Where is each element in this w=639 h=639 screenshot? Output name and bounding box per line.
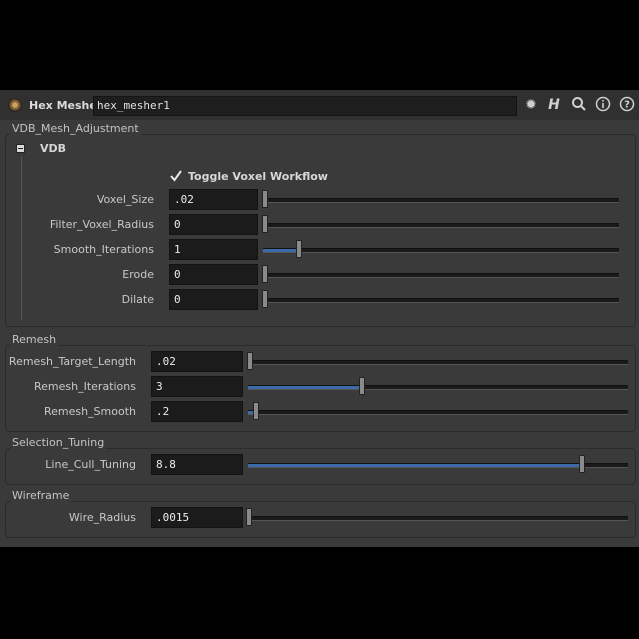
param-value-field[interactable]: 0 bbox=[169, 214, 258, 235]
node-name-field[interactable]: hex_mesher1 bbox=[93, 96, 517, 116]
param-slider-handle[interactable] bbox=[579, 455, 585, 473]
collapse-icon[interactable] bbox=[16, 144, 25, 153]
node-icon bbox=[8, 98, 22, 112]
param-slider-handle[interactable] bbox=[262, 290, 268, 308]
param-label: Dilate bbox=[121, 293, 154, 306]
param-slider-handle[interactable] bbox=[253, 402, 259, 420]
param-label: Remesh_Smooth bbox=[43, 405, 136, 418]
param-value-field[interactable]: 8.8 bbox=[151, 454, 243, 475]
svg-text:?: ? bbox=[624, 100, 630, 111]
param-label: Filter_Voxel_Radius bbox=[49, 218, 154, 231]
param-slider-handle[interactable] bbox=[262, 265, 268, 283]
param-slider-fill bbox=[263, 249, 298, 252]
param-label: Line_Cull_Tuning bbox=[45, 458, 136, 471]
param-slider-track[interactable] bbox=[248, 463, 628, 468]
param-value-field[interactable]: 1 bbox=[169, 239, 258, 260]
param-slider-track[interactable] bbox=[263, 223, 619, 228]
param-slider-handle[interactable] bbox=[262, 190, 268, 208]
param-slider-handle[interactable] bbox=[262, 215, 268, 233]
checkmark-icon[interactable] bbox=[170, 170, 182, 182]
node-type-label: Hex Mesher bbox=[29, 99, 103, 112]
param-label: Erode bbox=[122, 268, 154, 281]
param-slider-handle[interactable] bbox=[246, 508, 252, 526]
search-icon[interactable] bbox=[570, 96, 588, 114]
param-slider-fill bbox=[248, 464, 582, 467]
param-label: Smooth_Iterations bbox=[53, 243, 154, 256]
param-value-field[interactable]: 3 bbox=[151, 376, 243, 397]
param-value-field[interactable]: .02 bbox=[151, 351, 243, 372]
param-label: Wire_Radius bbox=[68, 511, 136, 524]
param-slider-track[interactable] bbox=[248, 410, 628, 415]
gear-icon[interactable]: ✹ bbox=[522, 96, 540, 114]
info-icon[interactable] bbox=[594, 96, 612, 114]
group-label-remesh: Remesh bbox=[10, 333, 59, 346]
param-slider-track[interactable] bbox=[263, 273, 619, 278]
param-slider-track[interactable] bbox=[248, 385, 628, 390]
group-label-vdb-mesh-adjustment: VDB_Mesh_Adjustment bbox=[10, 122, 141, 135]
parameter-header: Hex Mesher hex_mesher1 ✹ H ? bbox=[0, 90, 639, 120]
param-slider-track[interactable] bbox=[263, 198, 619, 203]
param-label: Remesh_Target_Length bbox=[8, 355, 136, 368]
param-slider-handle[interactable] bbox=[296, 240, 302, 258]
help-icon[interactable]: ? bbox=[618, 96, 636, 114]
houdini-h-icon[interactable]: H bbox=[545, 96, 563, 114]
param-slider-track[interactable] bbox=[263, 248, 619, 253]
param-label: Remesh_Iterations bbox=[34, 380, 136, 393]
param-value-field[interactable]: 0 bbox=[169, 289, 258, 310]
param-label: Voxel_Size bbox=[96, 193, 154, 206]
parameter-panel: Hex Mesher hex_mesher1 ✹ H ? VDB_Mesh_Ad… bbox=[0, 90, 639, 547]
param-slider-track[interactable] bbox=[263, 298, 619, 303]
param-slider-handle[interactable] bbox=[247, 352, 253, 370]
param-slider-track[interactable] bbox=[248, 516, 628, 521]
param-slider-handle[interactable] bbox=[359, 377, 365, 395]
param-value-field[interactable]: .2 bbox=[151, 401, 243, 422]
group-label-wireframe: Wireframe bbox=[10, 489, 72, 502]
toggle-voxel-workflow-label[interactable]: Toggle Voxel Workflow bbox=[188, 170, 328, 183]
param-value-field[interactable]: .02 bbox=[169, 189, 258, 210]
group-label-selection-tuning: Selection_Tuning bbox=[10, 436, 107, 449]
param-slider-fill bbox=[248, 386, 362, 389]
param-slider-track[interactable] bbox=[248, 360, 628, 365]
folder-label-vdb[interactable]: VDB bbox=[40, 142, 66, 155]
param-value-field[interactable]: 0 bbox=[169, 264, 258, 285]
param-value-field[interactable]: .0015 bbox=[151, 507, 243, 528]
